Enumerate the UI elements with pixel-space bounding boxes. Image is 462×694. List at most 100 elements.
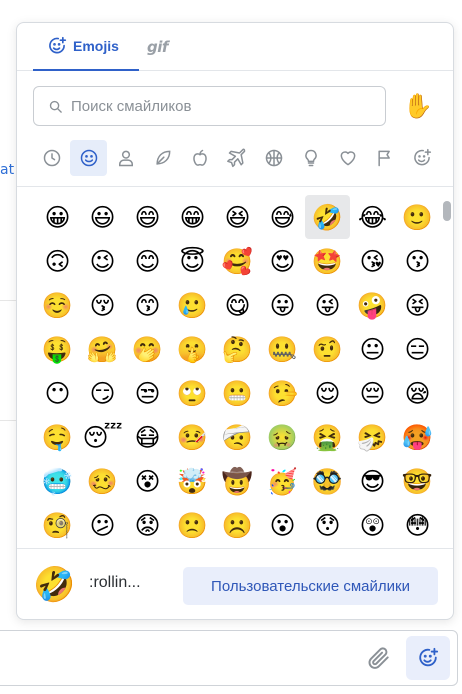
- emoji-item[interactable]: 😉: [80, 239, 125, 283]
- background-divider: [0, 420, 16, 421]
- category-flags[interactable]: [367, 140, 404, 176]
- tab-gif[interactable]: gif: [147, 23, 187, 71]
- emoji-item[interactable]: 😇: [170, 239, 215, 283]
- emoji-item[interactable]: 😶: [35, 371, 80, 415]
- emoji-search-input[interactable]: [71, 97, 371, 115]
- emoji-item[interactable]: 😘: [350, 239, 395, 283]
- emoji-item[interactable]: 😋: [215, 283, 260, 327]
- emoji-item[interactable]: 😀: [35, 195, 80, 239]
- emoji-item[interactable]: 😔: [350, 371, 395, 415]
- emoji-item[interactable]: 😳: [395, 503, 440, 547]
- category-food[interactable]: [181, 140, 218, 176]
- emoji-item[interactable]: 😜: [305, 283, 350, 327]
- emoji-item[interactable]: 🤤: [35, 415, 80, 459]
- emoji-item[interactable]: 😒: [125, 371, 170, 415]
- paperclip-icon[interactable]: [366, 645, 392, 671]
- picker-footer: 🤣 :rollin... Пользовательские смайлики: [17, 548, 453, 619]
- emoji-item[interactable]: 🤥: [260, 371, 305, 415]
- emoji-item[interactable]: 🤕: [215, 415, 260, 459]
- emoji-item[interactable]: 🧐: [35, 503, 80, 547]
- emoji-item[interactable]: 🥸: [305, 459, 350, 503]
- emoji-item[interactable]: 😕: [80, 503, 125, 547]
- category-custom[interactable]: [404, 140, 441, 176]
- emoji-item[interactable]: 🤒: [170, 415, 215, 459]
- skin-tone-selector[interactable]: ✋: [403, 89, 433, 123]
- emoji-item[interactable]: 🙁: [170, 503, 215, 547]
- emoji-item[interactable]: 🤑: [35, 327, 80, 371]
- emoji-item[interactable]: 😁: [170, 195, 215, 239]
- category-smileys[interactable]: [70, 140, 108, 176]
- scrollbar-thumb[interactable]: [443, 201, 451, 221]
- scrollbar[interactable]: [441, 187, 451, 548]
- emoji-picker: Emojis gif ✋: [16, 22, 454, 620]
- emoji-item[interactable]: 🤧: [350, 415, 395, 459]
- preview-emoji-name: :rollin...: [89, 574, 141, 591]
- emoji-item[interactable]: 🥶: [35, 459, 80, 503]
- emoji-item[interactable]: 😂: [350, 195, 395, 239]
- category-symbols[interactable]: [330, 140, 367, 176]
- emoji-item[interactable]: 😲: [350, 503, 395, 547]
- emoji-item[interactable]: 😟: [125, 503, 170, 547]
- emoji-item[interactable]: 😴: [80, 415, 125, 459]
- emoji-item[interactable]: 🤐: [260, 327, 305, 371]
- emoji-item[interactable]: 😆: [215, 195, 260, 239]
- emoji-item[interactable]: ☹️: [215, 503, 260, 547]
- emoji-item[interactable]: 😪: [395, 371, 440, 415]
- emoji-item[interactable]: 😷: [125, 415, 170, 459]
- emoji-item[interactable]: 😏: [80, 371, 125, 415]
- emoji-item[interactable]: 😮: [260, 503, 305, 547]
- heart-icon: [340, 151, 356, 166]
- emoji-item[interactable]: 🙃: [35, 239, 80, 283]
- emoji-item[interactable]: 😬: [215, 371, 260, 415]
- emoji-item[interactable]: 🤗: [80, 327, 125, 371]
- emoji-item[interactable]: 😚: [80, 283, 125, 327]
- emoji-item[interactable]: 🥵: [395, 415, 440, 459]
- emoji-item[interactable]: 😙: [125, 283, 170, 327]
- airplane-icon: [227, 148, 246, 168]
- category-activities[interactable]: [256, 140, 293, 176]
- emoji-item[interactable]: 😊: [125, 239, 170, 283]
- category-travel[interactable]: [218, 140, 255, 176]
- emoji-item[interactable]: 🤨: [305, 327, 350, 371]
- emoji-item[interactable]: 😎: [350, 459, 395, 503]
- emoji-item[interactable]: 😯: [305, 503, 350, 547]
- emoji-item[interactable]: 🤩: [305, 239, 350, 283]
- emoji-item[interactable]: 🤠: [215, 459, 260, 503]
- emoji-item[interactable]: 🥲: [170, 283, 215, 327]
- emoji-item[interactable]: 🤯: [170, 459, 215, 503]
- emoji-item[interactable]: 😑: [395, 327, 440, 371]
- emoji-item[interactable]: 🤫: [170, 327, 215, 371]
- emoji-search-box[interactable]: [33, 86, 386, 126]
- emoji-item[interactable]: 😛: [260, 283, 305, 327]
- emoji-item[interactable]: 🙄: [170, 371, 215, 415]
- emoji-picker-button[interactable]: [406, 636, 450, 680]
- emoji-item[interactable]: 😵: [125, 459, 170, 503]
- category-people[interactable]: [107, 140, 144, 176]
- category-recent[interactable]: [33, 140, 70, 176]
- emoji-item[interactable]: 😝: [395, 283, 440, 327]
- emoji-item[interactable]: 🥴: [80, 459, 125, 503]
- emoji-item[interactable]: 🤔: [215, 327, 260, 371]
- emoji-item[interactable]: 😅: [260, 195, 305, 239]
- emoji-item[interactable]: 😃: [80, 195, 125, 239]
- emoji-item[interactable]: 🤮: [305, 415, 350, 459]
- emoji-item[interactable]: 🤓: [395, 459, 440, 503]
- emoji-item[interactable]: 😗: [395, 239, 440, 283]
- emoji-item[interactable]: ☺️: [35, 283, 80, 327]
- custom-emojis-button[interactable]: Пользовательские смайлики: [183, 567, 438, 605]
- emoji-item[interactable]: 😌: [305, 371, 350, 415]
- emoji-grid-scroll-area[interactable]: 😀 😃 😄 😁 😆 😅 🤣 😂 🙂 🙃 😉 😊 😇 🥰 😍 🤩 😘 😗 ☺️ 😚 😙 🥲 😋 😛 😜 🤪 😝 🤑 🤗 🤭 🤫 🤔 🤐 🤨 😐 😑 😶 😏 😒…: [17, 186, 453, 548]
- category-nature[interactable]: [144, 140, 181, 176]
- emoji-item[interactable]: 🙂: [395, 195, 440, 239]
- emoji-item[interactable]: 🤪: [350, 283, 395, 327]
- emoji-item[interactable]: 😐: [350, 327, 395, 371]
- emoji-item[interactable]: 🥳: [260, 459, 305, 503]
- emoji-item[interactable]: 🤢: [260, 415, 305, 459]
- emoji-item[interactable]: 🥰: [215, 239, 260, 283]
- emoji-item[interactable]: 😄: [125, 195, 170, 239]
- tab-emojis[interactable]: Emojis: [33, 23, 139, 71]
- category-objects[interactable]: [293, 140, 330, 176]
- emoji-item[interactable]: 😍: [260, 239, 305, 283]
- emoji-item[interactable]: 🤭: [125, 327, 170, 371]
- emoji-item[interactable]: 🤣: [305, 195, 350, 239]
